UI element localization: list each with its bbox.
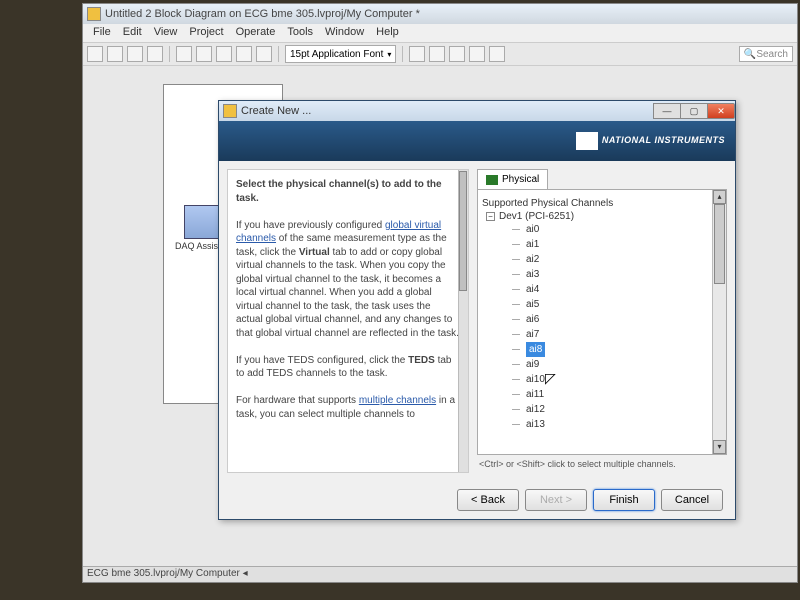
search-input[interactable]: 🔍 Search [739,46,793,62]
channel-ai3[interactable]: ai3 [482,267,722,282]
collapse-icon[interactable]: − [486,212,495,221]
menu-project[interactable]: Project [183,24,229,42]
app-icon [87,7,101,21]
help-paragraph-3: For hardware that supports multiple chan… [236,394,460,421]
menu-view[interactable]: View [148,24,184,42]
menu-help[interactable]: Help [370,24,405,42]
physical-tab-icon [486,175,498,185]
channel-ai13[interactable]: ai13 [482,417,722,432]
minimize-button[interactable]: — [653,103,681,119]
cancel-button[interactable]: Cancel [661,489,723,511]
resize-icon[interactable] [449,46,465,62]
device-node[interactable]: − Dev1 (PCI-6251) [482,211,722,222]
channel-ai7[interactable]: ai7 [482,327,722,342]
window-title: Untitled 2 Block Diagram on ECG bme 305.… [105,8,420,20]
tab-physical[interactable]: Physical [477,169,548,189]
channel-ai2[interactable]: ai2 [482,252,722,267]
back-button[interactable]: < Back [457,489,519,511]
menu-window[interactable]: Window [319,24,370,42]
dialog-banner: NATIONAL INSTRUMENTS [219,121,735,161]
run-icon[interactable] [87,46,103,62]
help-paragraph-1: If you have previously configured global… [236,219,460,341]
tree-scrollbar[interactable]: ▴ ▾ [712,190,726,454]
dialog-title: Create New ... [241,105,311,117]
reorder-icon[interactable] [469,46,485,62]
channel-ai9[interactable]: ai9 [482,357,722,372]
step-into-icon[interactable] [216,46,232,62]
menu-operate[interactable]: Operate [230,24,282,42]
step-out-icon[interactable] [256,46,272,62]
window-title-bar: Untitled 2 Block Diagram on ECG bme 305.… [83,4,797,24]
supported-channels-label: Supported Physical Channels [482,198,722,209]
dialog-icon [223,104,237,118]
selection-hint: <Ctrl> or <Shift> click to select multip… [477,455,727,473]
menu-tools[interactable]: Tools [281,24,319,42]
channel-ai0[interactable]: ai0 [482,222,722,237]
create-new-dialog: Create New ... — ▢ ✕ NATIONAL INSTRUMENT… [218,100,736,520]
pause-icon[interactable] [147,46,163,62]
separator [169,46,170,62]
toolbar: 15pt Application Font 🔍 Search [83,42,797,66]
scroll-up-icon[interactable]: ▴ [713,190,726,204]
ni-logo: NATIONAL INSTRUMENTS [576,132,725,150]
menu-file[interactable]: File [87,24,117,42]
help-heading: Select the physical channel(s) to add to… [236,179,442,204]
channel-ai12[interactable]: ai12 [482,402,722,417]
menu-edit[interactable]: Edit [117,24,148,42]
maximize-button[interactable]: ▢ [680,103,708,119]
next-button: Next > [525,489,587,511]
font-selector[interactable]: 15pt Application Font [285,45,396,63]
scrollbar-thumb[interactable] [459,171,467,291]
channel-ai1[interactable]: ai1 [482,237,722,252]
channel-ai11[interactable]: ai11 [482,387,722,402]
status-bar: ECG bme 305.lvproj/My Computer ◂ [83,566,797,582]
help-pane: Select the physical channel(s) to add to… [227,169,469,473]
help-paragraph-2: If you have TEDS configured, click the T… [236,354,460,381]
menu-bar[interactable]: File Edit View Project Operate Tools Win… [83,24,797,42]
align-icon[interactable] [409,46,425,62]
channel-ai5[interactable]: ai5 [482,297,722,312]
separator [402,46,403,62]
finish-button[interactable]: Finish [593,489,655,511]
channel-tree[interactable]: Supported Physical Channels − Dev1 (PCI-… [477,189,727,455]
cleanup-icon[interactable] [489,46,505,62]
run-continuous-icon[interactable] [107,46,123,62]
step-over-icon[interactable] [236,46,252,62]
dialog-title-bar[interactable]: Create New ... — ▢ ✕ [219,101,735,121]
channel-ai8[interactable]: ai8 [482,342,722,357]
channel-ai6[interactable]: ai6 [482,312,722,327]
separator [278,46,279,62]
retain-icon[interactable] [196,46,212,62]
channel-ai10[interactable]: ai10 [482,372,722,387]
abort-icon[interactable] [127,46,143,62]
scrollbar-thumb[interactable] [714,204,725,284]
bulb-icon[interactable] [176,46,192,62]
channel-ai4[interactable]: ai4 [482,282,722,297]
channel-pane: Physical Supported Physical Channels − D… [477,169,727,473]
help-scrollbar[interactable] [458,170,468,472]
multiple-channels-link[interactable]: multiple channels [359,395,436,406]
distribute-icon[interactable] [429,46,445,62]
scroll-down-icon[interactable]: ▾ [713,440,726,454]
close-button[interactable]: ✕ [707,103,735,119]
